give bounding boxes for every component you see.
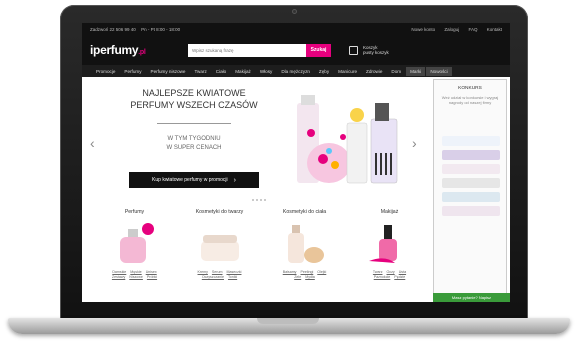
- search-button[interactable]: Szukaj: [306, 43, 331, 57]
- nav-item[interactable]: Makijaż: [231, 67, 255, 76]
- category-links: Twarz Oczy Usta Paznokcie Pędzle: [372, 270, 407, 279]
- nav-item[interactable]: Dom: [387, 67, 405, 76]
- nav-item[interactable]: Dla mężczyzn: [277, 67, 314, 76]
- main-nav: Promocje Perfumy Perfumy niszowe Twarz C…: [82, 65, 510, 77]
- category-label: Makijaż: [380, 209, 399, 215]
- chevron-right-icon: ›: [233, 176, 236, 184]
- nav-item[interactable]: Nowości: [426, 66, 452, 76]
- sidebar-desc: Weź udział w konkursie i wygraj nagrody …: [441, 95, 499, 105]
- hero-divider: [157, 123, 231, 124]
- laptop-notch: [257, 318, 319, 324]
- face-cream-icon: [200, 235, 239, 261]
- category-links: Kremy Serum Maseczki Oczyszczanie Toniki: [197, 270, 242, 279]
- nav-item[interactable]: Perfumy: [120, 67, 145, 76]
- site-header: iperfumy.pl Szukaj Koszyk pusty koszyk: [82, 35, 510, 65]
- category-links: Damskie Męskie Unisex Zestawy Niszowe Próbki: [111, 270, 158, 279]
- cart-widget[interactable]: Koszyk pusty koszyk: [349, 45, 389, 55]
- site-logo[interactable]: iperfumy.pl: [90, 43, 186, 57]
- perfume-bottle-icon: [119, 223, 154, 263]
- category-perfumy[interactable]: Perfumy Damskie Męskie Unisex Zestawy Niszo…: [92, 209, 177, 299]
- nav-item[interactable]: Ciało: [212, 67, 230, 76]
- hours-text: Pn - Pt 8:00 - 18:00: [141, 26, 181, 32]
- search-bar: Szukaj: [188, 43, 331, 57]
- top-info-bar: Zadzwoń 22 506 99 40 Pn - Pt 8:00 - 18:0…: [82, 23, 510, 35]
- chevron-left-icon[interactable]: ‹: [90, 135, 95, 151]
- category-twarz[interactable]: Kosmetyki do twarzy Kremy Serum Maseczki O…: [177, 209, 262, 299]
- camera-icon: [292, 9, 297, 14]
- category-links: Balsamy Peelingi Olejki Żele Mydła: [282, 270, 327, 279]
- category-row: Perfumy Damskie Męskie Unisex Zestawy Niszo…: [92, 209, 432, 299]
- search-input[interactable]: [188, 43, 306, 57]
- category-label: Perfumy: [124, 209, 145, 215]
- nav-item[interactable]: Perfumy niszowe: [147, 67, 190, 76]
- nav-item[interactable]: Promocje: [92, 67, 119, 76]
- hero-banner: ‹ NAJLEPSZE KWIATOWE PERFUMY WSZECH CZAS…: [82, 77, 430, 201]
- nav-item[interactable]: Marki: [406, 66, 426, 76]
- nav-item[interactable]: Manicure: [334, 67, 361, 76]
- category-makijaz[interactable]: Makijaż Twarz Oczy Usta Paznokcie Pędzle: [347, 209, 432, 299]
- nav-item[interactable]: Włosy: [256, 67, 277, 76]
- top-link-faq[interactable]: FAQ: [468, 27, 477, 32]
- laptop-frame: Zadzwoń 22 506 99 40 Pn - Pt 8:00 - 18:0…: [0, 0, 576, 348]
- hero-cta-button[interactable]: Kup kwiatowe perfumy w promocji ›: [129, 172, 259, 188]
- hero-title: NAJLEPSZE KWIATOWE PERFUMY WSZECH CZASÓW: [130, 88, 258, 110]
- category-label: Kosmetyki do ciała: [282, 209, 327, 215]
- category-cialo[interactable]: Kosmetyki do ciała Balsamy Peelingi Olejki…: [262, 209, 347, 299]
- hero-subtitle: W TYM TYGODNIU W SUPER CENACH: [166, 136, 222, 151]
- sidebar-title: KONKURS: [458, 86, 482, 91]
- nail-polish-icon: [368, 225, 397, 263]
- cart-icon: [349, 45, 358, 55]
- contest-sidebar: KONKURS Weź udział w konkursie i wygraj …: [433, 79, 507, 299]
- perfume-bottles-image: [297, 95, 398, 184]
- phone-text: Zadzwoń 22 506 99 40: [90, 26, 136, 32]
- nav-item[interactable]: Twarz: [191, 67, 211, 76]
- chat-button[interactable]: Masz pytanie? Napisz: [433, 293, 510, 302]
- chevron-right-icon[interactable]: ›: [412, 135, 417, 151]
- sidebar-products-image[interactable]: [442, 136, 500, 220]
- category-label: Kosmetyki do twarzy: [195, 209, 244, 215]
- top-link-contact[interactable]: Kontakt: [487, 27, 502, 32]
- browser-screen: Zadzwoń 22 506 99 40 Pn - Pt 8:00 - 18:0…: [82, 23, 510, 302]
- top-link-new-account[interactable]: Nowe konto: [411, 27, 435, 32]
- nav-item[interactable]: Zdrowie: [362, 67, 386, 76]
- carousel-dots: [252, 199, 266, 201]
- top-link-login[interactable]: Zaloguj: [444, 27, 459, 32]
- nav-item[interactable]: Zęby: [315, 67, 333, 76]
- cart-status: pusty koszyk: [363, 50, 389, 55]
- body-lotion-icon: [287, 225, 324, 263]
